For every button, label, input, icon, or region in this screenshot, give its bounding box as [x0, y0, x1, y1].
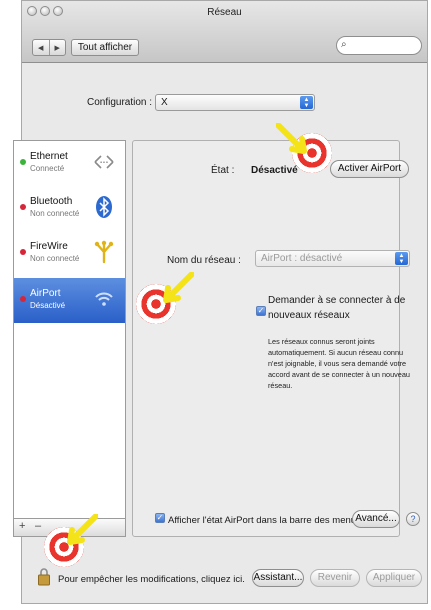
service-status: Connecté	[30, 164, 65, 173]
state-value: Désactivé	[251, 165, 298, 176]
service-item-bluetooth[interactable]: Bluetooth Non connecté	[14, 186, 125, 231]
back-button[interactable]: ◀	[33, 40, 49, 55]
help-button[interactable]: ?	[406, 512, 420, 526]
service-item-ethernet[interactable]: Ethernet Connecté •••	[14, 141, 125, 186]
ethernet-icon: •••	[92, 150, 116, 174]
network-name-label: Nom du réseau :	[167, 255, 241, 266]
revert-button[interactable]: Revenir	[310, 569, 360, 587]
service-name: Ethernet	[30, 151, 68, 162]
assistant-button[interactable]: Assistant...	[252, 569, 304, 587]
select-arrows-icon: ▲ ▼	[300, 96, 313, 109]
service-status: Non connecté	[30, 209, 80, 218]
show-all-button[interactable]: Tout afficher	[71, 39, 139, 56]
configuration-select[interactable]: X ▲ ▼	[155, 94, 315, 111]
firewire-icon	[92, 240, 116, 264]
service-name: Bluetooth	[30, 196, 73, 207]
status-dot-green	[20, 159, 26, 165]
service-item-firewire[interactable]: FireWire Non connecté	[14, 231, 125, 276]
service-name: FireWire	[30, 241, 68, 252]
service-status: Non connecté	[30, 254, 80, 263]
svg-text:•••: •••	[100, 160, 109, 166]
status-dot-red	[20, 296, 26, 302]
wifi-icon	[92, 287, 116, 311]
show-airport-status-checkbox[interactable]: ✓	[155, 513, 165, 523]
select-arrows-icon: ▲ ▼	[395, 252, 408, 265]
service-list: Ethernet Connecté ••• Bluetooth Non conn…	[13, 140, 126, 519]
network-name-select[interactable]: AirPort : désactivé ▲ ▼	[255, 250, 410, 267]
bluetooth-icon	[92, 195, 116, 219]
ask-new-networks-checkbox[interactable]: ✓	[256, 306, 266, 316]
arrow-icon	[163, 272, 194, 303]
arrow-icon	[276, 123, 307, 154]
ask-new-networks-help: Les réseaux connus seront joints automat…	[268, 337, 410, 390]
configuration-value: X	[161, 97, 168, 108]
activate-airport-button[interactable]: Activer AirPort	[330, 160, 409, 178]
apply-button[interactable]: Appliquer	[366, 569, 422, 587]
advanced-button[interactable]: Avancé...	[352, 510, 400, 528]
remove-service-button[interactable]: –	[35, 520, 41, 532]
search-field[interactable]: ⌕	[336, 36, 422, 55]
ask-new-networks-label: Demander à se connecter à de nouveaux ré…	[268, 295, 406, 321]
service-status: Désactivé	[30, 301, 66, 310]
status-dot-red	[20, 249, 26, 255]
configuration-label: Configuration :	[87, 97, 153, 108]
add-service-button[interactable]: +	[19, 520, 25, 532]
status-dot-red	[20, 204, 26, 210]
network-name-value: AirPort : désactivé	[261, 253, 343, 264]
search-icon: ⌕	[341, 39, 347, 50]
window-title: Réseau	[207, 7, 242, 18]
state-label: État :	[211, 165, 235, 176]
service-name: AirPort	[30, 288, 61, 299]
lock-icon[interactable]	[38, 568, 50, 586]
lock-instructions: Pour empêcher les modifications, cliquez…	[58, 574, 245, 585]
title-bar: Réseau ◀ ▶ Tout afficher ⌕	[22, 1, 427, 63]
show-airport-status-label: Afficher l'état AirPort dans la barre de…	[168, 515, 361, 526]
forward-button[interactable]: ▶	[48, 40, 66, 55]
arrow-icon	[67, 514, 98, 545]
navigation-buttons: ◀ ▶	[32, 39, 66, 56]
service-item-airport[interactable]: AirPort Désactivé	[14, 278, 125, 323]
